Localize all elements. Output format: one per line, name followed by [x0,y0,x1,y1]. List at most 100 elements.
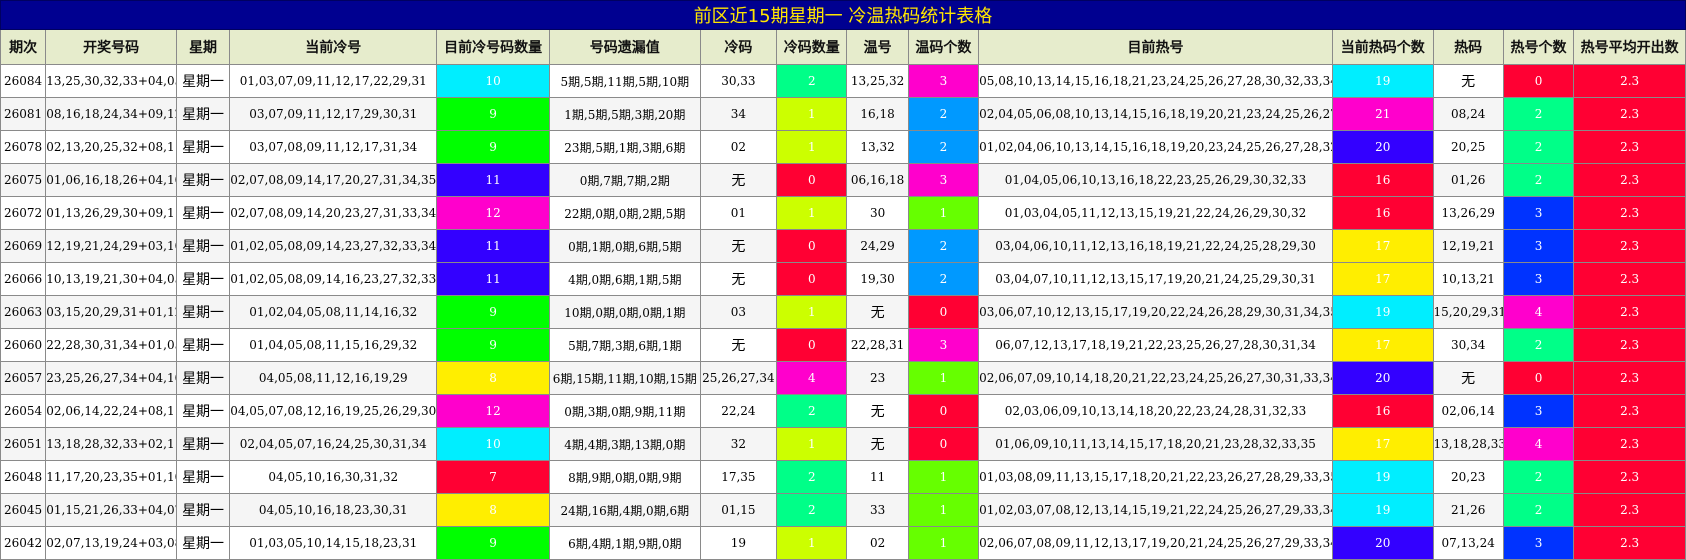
hot-numbers-cell: 01,02,04,06,10,13,14,15,16,18,19,20,23,2… [978,130,1333,164]
cold-count-cell: 10 [436,427,550,461]
issue-cell: 26069 [0,229,47,263]
cold-code-cell: 无 [699,262,778,296]
cold-numbers-cell: 03,07,08,09,11,12,17,31,34 [229,130,438,164]
cold-count-cell: 9 [436,130,550,164]
warm-count-cell: 3 [907,64,980,98]
warm-count-cell: 0 [907,295,980,329]
table-row: 26075 01,06,16,18,26+04,10 星期一 02,07,08,09,… [0,163,1686,197]
cold-count-cell: 10 [436,64,550,98]
weekday-cell: 星期一 [175,328,231,362]
cold-code-cell: 无 [699,328,778,362]
draw-cell: 03,15,20,29,31+01,12 [45,295,177,329]
cold-code-cell: 22,24 [699,394,778,428]
draw-cell: 13,18,28,32,33+02,11 [45,427,177,461]
header-hot-code: 热码 [1432,29,1504,65]
hot-avg-cell: 2.3 [1573,361,1686,395]
hot-code-cell: 无 [1432,64,1504,98]
hot-count-cell: 16 [1331,196,1434,230]
cold-count-cell: 8 [436,493,550,527]
cold-numbers-cell: 02,07,08,09,14,20,23,27,31,33,34,35 [229,196,438,230]
warm-numbers-cell: 13,25,32 [846,64,909,98]
warm-count-cell: 1 [907,361,980,395]
cold-code-count-cell: 1 [776,526,848,560]
omission-cell: 6期,4期,1期,9期,0期 [548,526,701,560]
table-row: 26051 13,18,28,32,33+02,11 星期一 02,04,05,07,… [0,427,1686,461]
table-row: 26084 13,25,30,32,33+04,05 星期一 01,03,07,09,… [0,64,1686,98]
draw-cell: 01,06,16,18,26+04,10 [45,163,177,197]
weekday-cell: 星期一 [175,361,231,395]
hot-code-count-cell: 2 [1502,328,1575,362]
cold-numbers-cell: 02,07,08,09,14,17,20,27,31,34,35 [229,163,438,197]
weekday-cell: 星期一 [175,64,231,98]
header-cold-count: 目前冷号码数量 [436,29,550,65]
hot-code-cell: 01,26 [1432,163,1504,197]
header-cold-numbers: 当前冷号 [229,29,438,65]
issue-cell: 26045 [0,493,47,527]
cold-numbers-cell: 02,04,05,07,16,24,25,30,31,34 [229,427,438,461]
warm-count-cell: 1 [907,196,980,230]
hot-code-cell: 10,13,21 [1432,262,1504,296]
table-row: 26042 02,07,13,19,24+03,08 星期一 01,03,05,10,… [0,526,1686,560]
hot-code-count-cell: 2 [1502,460,1575,494]
warm-count-cell: 1 [907,493,980,527]
cold-count-cell: 9 [436,526,550,560]
hot-code-cell: 13,18,28,33 [1432,427,1504,461]
hot-count-cell: 20 [1331,361,1434,395]
header-omission: 号码遗漏值 [548,29,701,65]
hot-avg-cell: 2.3 [1573,229,1686,263]
cold-count-cell: 9 [436,97,550,131]
warm-numbers-cell: 无 [846,394,909,428]
omission-cell: 0期,1期,0期,6期,5期 [548,229,701,263]
draw-cell: 02,13,20,25,32+08,11 [45,130,177,164]
warm-numbers-cell: 无 [846,427,909,461]
header-row: 期次 开奖号码 星期 当前冷号 目前冷号码数量 号码遗漏值 冷码 冷码数量 温号… [0,29,1686,65]
cold-code-count-cell: 1 [776,97,848,131]
weekday-cell: 星期一 [175,427,231,461]
issue-cell: 26084 [0,64,47,98]
table-row: 26081 08,16,18,24,34+09,12 星期一 03,07,09,11,… [0,97,1686,131]
cold-code-cell: 02 [699,130,778,164]
warm-numbers-cell: 33 [846,493,909,527]
issue-cell: 26054 [0,394,47,428]
draw-cell: 10,13,19,21,30+04,05 [45,262,177,296]
hot-code-cell: 20,25 [1432,130,1504,164]
hot-code-cell: 20,23 [1432,460,1504,494]
issue-cell: 26078 [0,130,47,164]
warm-count-cell: 1 [907,526,980,560]
hot-code-cell: 15,20,29,31 [1432,295,1504,329]
table-row: 26066 10,13,19,21,30+04,05 星期一 01,02,05,08,… [0,262,1686,296]
draw-cell: 23,25,26,27,34+04,10 [45,361,177,395]
hot-numbers-cell: 02,04,05,06,08,10,13,14,15,16,18,19,20,2… [978,97,1333,131]
hot-avg-cell: 2.3 [1573,526,1686,560]
cold-code-cell: 17,35 [699,460,778,494]
weekday-cell: 星期一 [175,295,231,329]
table-row: 26054 02,06,14,22,24+08,11 星期一 04,05,07,08,… [0,394,1686,428]
cold-numbers-cell: 04,05,10,16,30,31,32 [229,460,438,494]
weekday-cell: 星期一 [175,526,231,560]
cold-count-cell: 11 [436,262,550,296]
hot-numbers-cell: 06,07,12,13,17,18,19,21,22,23,25,26,27,2… [978,328,1333,362]
cold-numbers-cell: 01,02,05,08,09,14,16,23,27,32,33 [229,262,438,296]
warm-count-cell: 2 [907,130,980,164]
cold-numbers-cell: 01,03,05,10,14,15,18,23,31 [229,526,438,560]
hot-code-count-cell: 4 [1502,295,1575,329]
weekday-cell: 星期一 [175,394,231,428]
hot-count-cell: 19 [1331,64,1434,98]
omission-cell: 1期,5期,5期,3期,20期 [548,97,701,131]
cold-numbers-cell: 01,02,04,05,08,11,14,16,32 [229,295,438,329]
hot-code-cell: 13,26,29 [1432,196,1504,230]
warm-count-cell: 1 [907,460,980,494]
hot-code-count-cell: 3 [1502,196,1575,230]
cold-count-cell: 7 [436,460,550,494]
cold-numbers-cell: 04,05,10,16,18,23,30,31 [229,493,438,527]
cold-count-cell: 12 [436,394,550,428]
hot-count-cell: 17 [1331,229,1434,263]
cold-code-count-cell: 1 [776,196,848,230]
draw-cell: 02,07,13,19,24+03,08 [45,526,177,560]
hot-count-cell: 17 [1331,328,1434,362]
warm-numbers-cell: 30 [846,196,909,230]
hot-avg-cell: 2.3 [1573,64,1686,98]
cold-code-cell: 30,33 [699,64,778,98]
cold-code-count-cell: 1 [776,427,848,461]
weekday-cell: 星期一 [175,493,231,527]
